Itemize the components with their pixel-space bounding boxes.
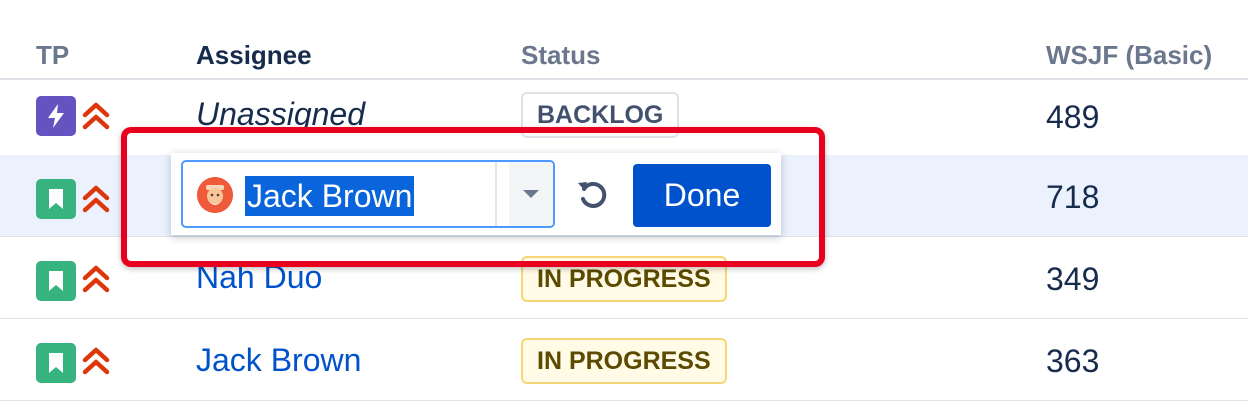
user-avatar-icon bbox=[197, 177, 233, 213]
wsjf-value: 363 bbox=[1046, 343, 1100, 379]
assignee-link[interactable]: Jack Brown bbox=[196, 342, 361, 379]
dropdown-toggle[interactable] bbox=[509, 162, 553, 226]
highest-priority-icon bbox=[82, 102, 110, 130]
wsjf-value: 718 bbox=[1046, 179, 1100, 215]
wsjf-value: 489 bbox=[1046, 99, 1100, 135]
table-header: TP Assignee Status WSJF (Basic) bbox=[0, 0, 1248, 80]
story-bookmark-icon bbox=[36, 343, 76, 383]
chevron-down-icon bbox=[523, 190, 539, 198]
status-badge[interactable]: IN PROGRESS bbox=[521, 338, 727, 384]
select-divider bbox=[495, 162, 497, 226]
highest-priority-icon bbox=[82, 347, 110, 375]
epic-lightning-icon bbox=[36, 96, 76, 136]
done-button[interactable]: Done bbox=[633, 164, 771, 227]
selected-assignee-text[interactable]: Jack Brown bbox=[245, 176, 415, 216]
undo-icon[interactable] bbox=[575, 177, 611, 213]
wsjf-value: 349 bbox=[1046, 261, 1100, 297]
column-header-wsjf[interactable]: WSJF (Basic) bbox=[1046, 40, 1212, 71]
column-header-status[interactable]: Status bbox=[521, 40, 600, 71]
story-bookmark-icon bbox=[36, 179, 76, 219]
column-header-tp[interactable]: TP bbox=[36, 40, 69, 71]
highest-priority-icon bbox=[82, 265, 110, 293]
story-bookmark-icon bbox=[36, 261, 76, 301]
inline-assignee-editor: Jack Brown Done bbox=[171, 153, 781, 235]
table-row[interactable]: Jack Brown IN PROGRESS 363 bbox=[0, 319, 1248, 401]
highest-priority-icon bbox=[82, 185, 110, 213]
assignee-select[interactable]: Jack Brown bbox=[181, 160, 555, 228]
column-header-assignee[interactable]: Assignee bbox=[196, 40, 312, 71]
